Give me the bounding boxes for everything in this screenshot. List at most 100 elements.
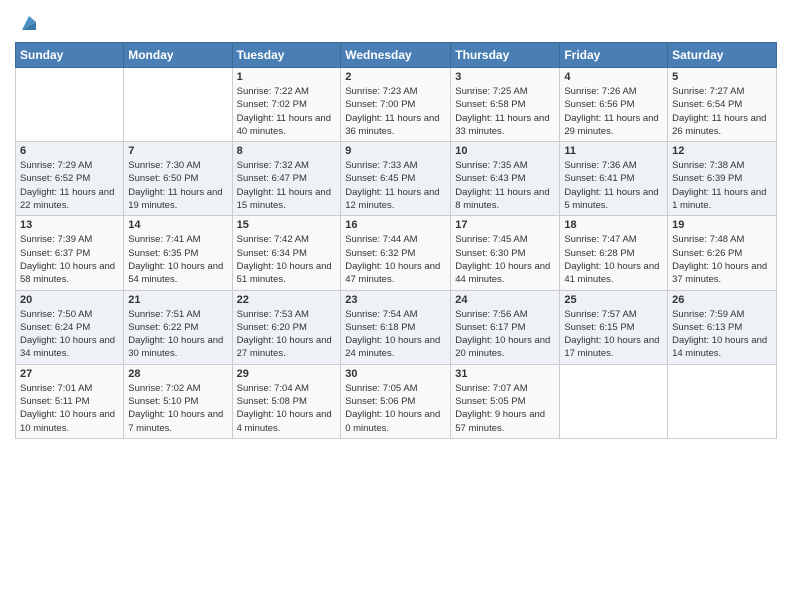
day-info: Sunrise: 7:04 AMSunset: 5:08 PMDaylight:…	[237, 382, 337, 435]
day-number: 11	[564, 145, 663, 157]
calendar-cell: 27 Sunrise: 7:01 AMSunset: 5:11 PMDayligh…	[16, 364, 124, 438]
calendar-cell: 5 Sunrise: 7:27 AMSunset: 6:54 PMDaylight…	[668, 68, 777, 142]
calendar-cell: 25 Sunrise: 7:57 AMSunset: 6:15 PMDayligh…	[560, 290, 668, 364]
week-row-2: 6Sunrise: 7:29 AMSunset: 6:52 PMDaylight…	[16, 142, 777, 216]
calendar-cell: 10Sunrise: 7:35 AMSunset: 6:43 PMDayligh…	[451, 142, 560, 216]
day-number: 7	[128, 145, 227, 157]
day-info: Sunrise: 7:01 AMSunset: 5:11 PMDaylight:…	[20, 382, 119, 435]
day-info: Sunrise: 7:32 AMSunset: 6:47 PMDaylight:…	[237, 159, 337, 212]
day-info: Sunrise: 7:36 AMSunset: 6:41 PMDaylight:…	[564, 159, 663, 212]
day-number: 14	[128, 219, 227, 231]
day-info: Sunrise: 7:30 AMSunset: 6:50 PMDaylight:…	[128, 159, 227, 212]
day-number: 29	[237, 368, 337, 380]
day-info: Sunrise: 7:39 AMSunset: 6:37 PMDaylight:…	[20, 233, 119, 286]
week-row-4: 20Sunrise: 7:50 AMSunset: 6:24 PMDayligh…	[16, 290, 777, 364]
calendar-cell: 17 Sunrise: 7:45 AMSunset: 6:30 PMDayligh…	[451, 216, 560, 290]
calendar-cell: 29 Sunrise: 7:04 AMSunset: 5:08 PMDayligh…	[232, 364, 341, 438]
day-number: 5	[672, 71, 772, 83]
day-number: 28	[128, 368, 227, 380]
calendar-cell: 19Sunrise: 7:48 AMSunset: 6:26 PMDayligh…	[668, 216, 777, 290]
day-number: 8	[237, 145, 337, 157]
calendar-cell: 20Sunrise: 7:50 AMSunset: 6:24 PMDayligh…	[16, 290, 124, 364]
day-info: Sunrise: 7:26 AMSunset: 6:56 PMDaylight:…	[564, 85, 663, 138]
weekday-header-row: SundayMondayTuesdayWednesdayThursdayFrid…	[16, 43, 777, 68]
day-number: 17	[455, 219, 555, 231]
day-info: Sunrise: 7:42 AMSunset: 6:34 PMDaylight:…	[237, 233, 337, 286]
weekday-header-sunday: Sunday	[16, 43, 124, 68]
day-info: Sunrise: 7:48 AMSunset: 6:26 PMDaylight:…	[672, 233, 772, 286]
day-number: 12	[672, 145, 772, 157]
day-number: 3	[455, 71, 555, 83]
day-info: Sunrise: 7:59 AMSunset: 6:13 PMDaylight:…	[672, 308, 772, 361]
day-info: Sunrise: 7:56 AMSunset: 6:17 PMDaylight:…	[455, 308, 555, 361]
day-info: Sunrise: 7:25 AMSunset: 6:58 PMDaylight:…	[455, 85, 555, 138]
day-number: 15	[237, 219, 337, 231]
day-number: 2	[345, 71, 446, 83]
day-number: 4	[564, 71, 663, 83]
day-info: Sunrise: 7:23 AMSunset: 7:00 PMDaylight:…	[345, 85, 446, 138]
header	[15, 10, 777, 34]
calendar-cell: 21 Sunrise: 7:51 AMSunset: 6:22 PMDayligh…	[124, 290, 232, 364]
calendar-cell: 6Sunrise: 7:29 AMSunset: 6:52 PMDaylight…	[16, 142, 124, 216]
week-row-5: 27 Sunrise: 7:01 AMSunset: 5:11 PMDayligh…	[16, 364, 777, 438]
calendar-cell: 2 Sunrise: 7:23 AMSunset: 7:00 PMDaylight…	[341, 68, 451, 142]
calendar-cell: 13 Sunrise: 7:39 AMSunset: 6:37 PMDayligh…	[16, 216, 124, 290]
calendar-cell: 9 Sunrise: 7:33 AMSunset: 6:45 PMDaylight…	[341, 142, 451, 216]
calendar-cell: 3 Sunrise: 7:25 AMSunset: 6:58 PMDaylight…	[451, 68, 560, 142]
calendar-cell: 4 Sunrise: 7:26 AMSunset: 6:56 PMDaylight…	[560, 68, 668, 142]
calendar-cell: 26 Sunrise: 7:59 AMSunset: 6:13 PMDayligh…	[668, 290, 777, 364]
week-row-3: 13 Sunrise: 7:39 AMSunset: 6:37 PMDayligh…	[16, 216, 777, 290]
day-number: 30	[345, 368, 446, 380]
day-number: 16	[345, 219, 446, 231]
day-number: 27	[20, 368, 119, 380]
calendar-cell: 28 Sunrise: 7:02 AMSunset: 5:10 PMDayligh…	[124, 364, 232, 438]
calendar-cell: 30 Sunrise: 7:05 AMSunset: 5:06 PMDayligh…	[341, 364, 451, 438]
day-info: Sunrise: 7:57 AMSunset: 6:15 PMDaylight:…	[564, 308, 663, 361]
day-number: 31	[455, 368, 555, 380]
calendar-cell: 22Sunrise: 7:53 AMSunset: 6:20 PMDayligh…	[232, 290, 341, 364]
calendar-cell: 11 Sunrise: 7:36 AMSunset: 6:41 PMDayligh…	[560, 142, 668, 216]
calendar-cell: 1Sunrise: 7:22 AMSunset: 7:02 PMDaylight…	[232, 68, 341, 142]
day-info: Sunrise: 7:27 AMSunset: 6:54 PMDaylight:…	[672, 85, 772, 138]
day-info: Sunrise: 7:41 AMSunset: 6:35 PMDaylight:…	[128, 233, 227, 286]
calendar-cell: 31 Sunrise: 7:07 AMSunset: 5:05 PMDayligh…	[451, 364, 560, 438]
day-number: 1	[237, 71, 337, 83]
weekday-header-thursday: Thursday	[451, 43, 560, 68]
day-number: 24	[455, 294, 555, 306]
weekday-header-monday: Monday	[124, 43, 232, 68]
day-number: 25	[564, 294, 663, 306]
day-info: Sunrise: 7:05 AMSunset: 5:06 PMDaylight:…	[345, 382, 446, 435]
weekday-header-wednesday: Wednesday	[341, 43, 451, 68]
day-info: Sunrise: 7:35 AMSunset: 6:43 PMDaylight:…	[455, 159, 555, 212]
day-info: Sunrise: 7:54 AMSunset: 6:18 PMDaylight:…	[345, 308, 446, 361]
weekday-header-tuesday: Tuesday	[232, 43, 341, 68]
day-number: 13	[20, 219, 119, 231]
day-info: Sunrise: 7:47 AMSunset: 6:28 PMDaylight:…	[564, 233, 663, 286]
calendar-cell: 15 Sunrise: 7:42 AMSunset: 6:34 PMDayligh…	[232, 216, 341, 290]
calendar-cell	[124, 68, 232, 142]
calendar-cell: 7 Sunrise: 7:30 AMSunset: 6:50 PMDaylight…	[124, 142, 232, 216]
day-info: Sunrise: 7:45 AMSunset: 6:30 PMDaylight:…	[455, 233, 555, 286]
day-number: 22	[237, 294, 337, 306]
day-number: 23	[345, 294, 446, 306]
calendar-body: 1Sunrise: 7:22 AMSunset: 7:02 PMDaylight…	[16, 68, 777, 439]
weekday-header-friday: Friday	[560, 43, 668, 68]
day-number: 9	[345, 145, 446, 157]
day-info: Sunrise: 7:07 AMSunset: 5:05 PMDaylight:…	[455, 382, 555, 435]
calendar-cell	[668, 364, 777, 438]
calendar-page: SundayMondayTuesdayWednesdayThursdayFrid…	[0, 0, 792, 612]
day-info: Sunrise: 7:29 AMSunset: 6:52 PMDaylight:…	[20, 159, 119, 212]
day-info: Sunrise: 7:51 AMSunset: 6:22 PMDaylight:…	[128, 308, 227, 361]
day-info: Sunrise: 7:02 AMSunset: 5:10 PMDaylight:…	[128, 382, 227, 435]
calendar-cell: 12Sunrise: 7:38 AMSunset: 6:39 PMDayligh…	[668, 142, 777, 216]
day-number: 21	[128, 294, 227, 306]
calendar-cell: 18Sunrise: 7:47 AMSunset: 6:28 PMDayligh…	[560, 216, 668, 290]
calendar-cell	[560, 364, 668, 438]
day-info: Sunrise: 7:33 AMSunset: 6:45 PMDaylight:…	[345, 159, 446, 212]
day-number: 26	[672, 294, 772, 306]
logo-icon	[18, 12, 40, 34]
calendar-cell: 8 Sunrise: 7:32 AMSunset: 6:47 PMDaylight…	[232, 142, 341, 216]
calendar-cell: 14 Sunrise: 7:41 AMSunset: 6:35 PMDayligh…	[124, 216, 232, 290]
day-info: Sunrise: 7:50 AMSunset: 6:24 PMDaylight:…	[20, 308, 119, 361]
week-row-1: 1Sunrise: 7:22 AMSunset: 7:02 PMDaylight…	[16, 68, 777, 142]
